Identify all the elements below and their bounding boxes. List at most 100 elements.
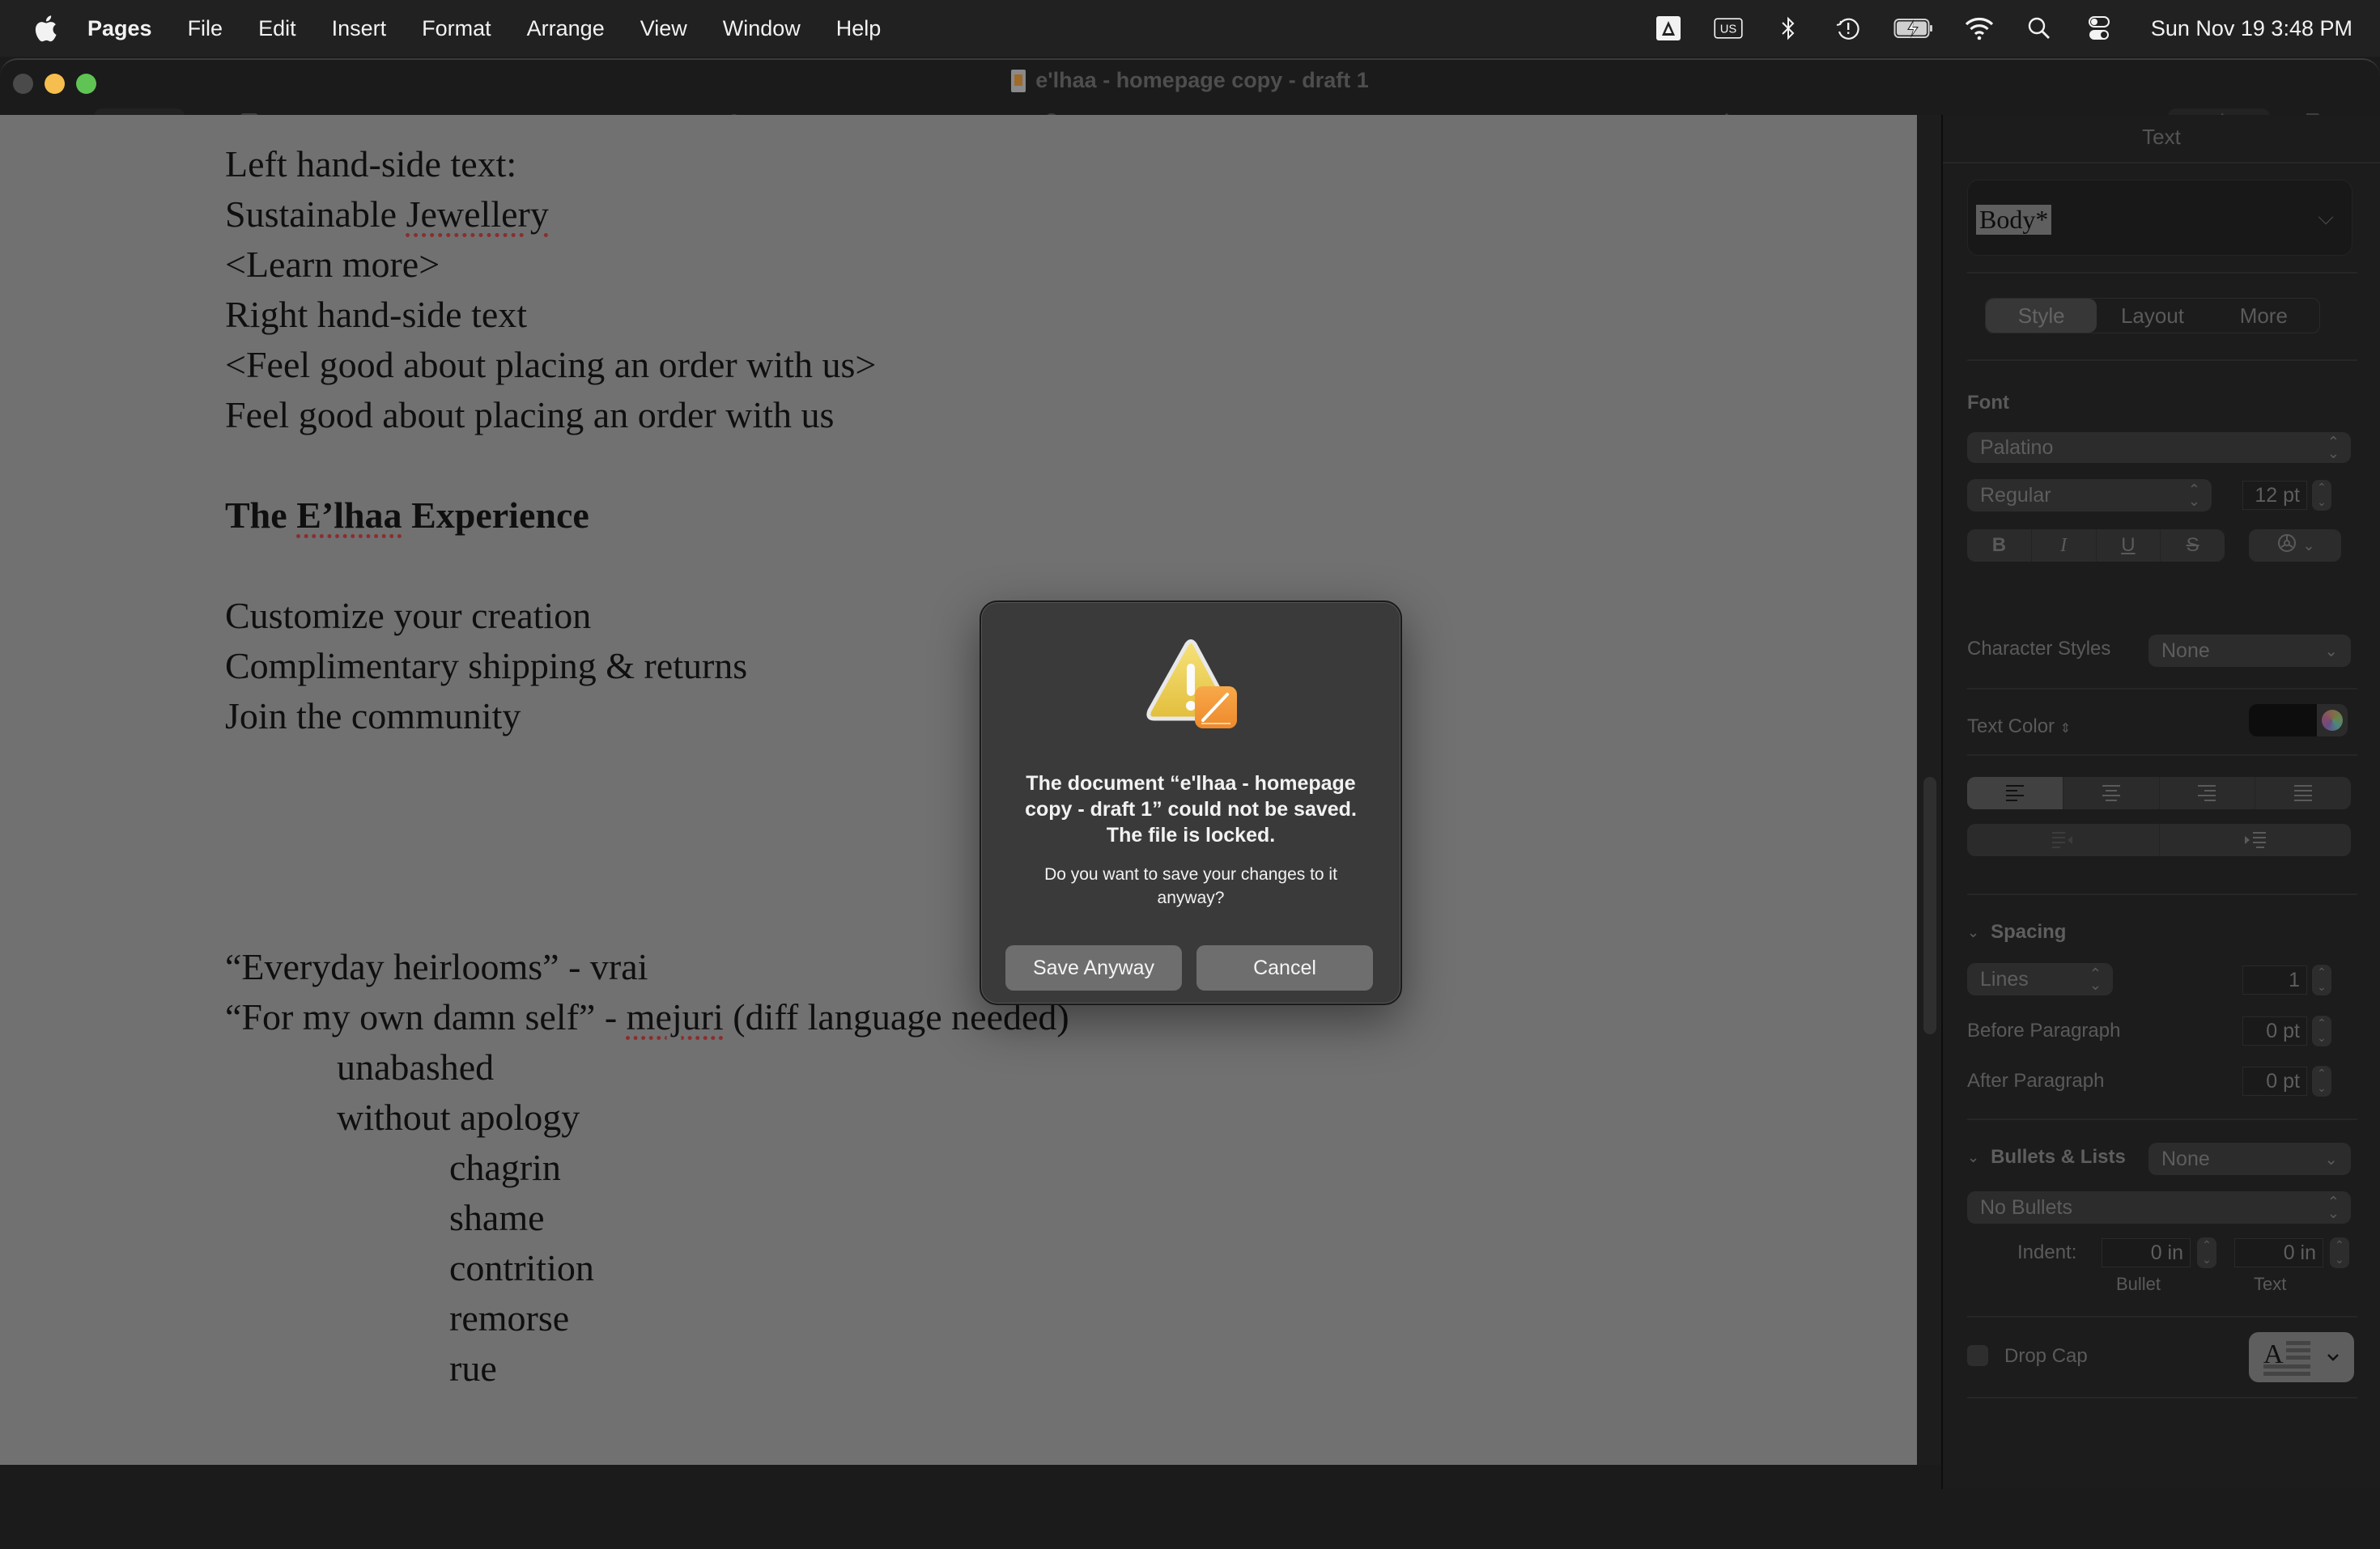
- misspelled-word[interactable]: Jewellery: [406, 193, 549, 235]
- document-paragraph[interactable]: Complimentary shipping & returns: [225, 641, 1069, 691]
- align-right-button[interactable]: [2160, 777, 2256, 809]
- time-machine-icon[interactable]: [1834, 14, 1863, 43]
- tab-more[interactable]: More: [2208, 299, 2319, 333]
- font-typeface-select[interactable]: Regular ⌃ ⌄: [1967, 479, 2212, 511]
- document-paragraph[interactable]: <Feel good about placing an order with u…: [225, 340, 1069, 390]
- adobe-creative-cloud-icon[interactable]: [1654, 14, 1683, 43]
- paragraph-style-name: Body*: [1976, 205, 2052, 235]
- divider: [1967, 272, 2357, 274]
- tab-layout[interactable]: Layout: [2097, 299, 2208, 333]
- menu-app-pages[interactable]: Pages: [87, 16, 152, 41]
- input-source-us-icon[interactable]: US: [1714, 14, 1743, 43]
- text-indent-field[interactable]: 0 in: [2234, 1238, 2323, 1267]
- control-center-icon[interactable]: [2085, 14, 2114, 43]
- document-paragraph[interactable]: <Learn more>: [225, 240, 1069, 290]
- font-family-select[interactable]: Palatino ⌃ ⌄: [1967, 432, 2351, 463]
- bullet-indent-field[interactable]: 0 in: [2102, 1238, 2191, 1267]
- save-locked-file-alert: The document “e'lhaa - homepage copy - d…: [980, 601, 1402, 1005]
- document-paragraph[interactable]: Sustainable Jewellery: [225, 189, 1069, 240]
- font-size-field[interactable]: 12 pt: [2242, 481, 2307, 510]
- document-paragraph[interactable]: unabashed: [225, 1042, 1069, 1093]
- after-paragraph-field[interactable]: 0 pt: [2242, 1067, 2307, 1096]
- underline-button[interactable]: U: [2097, 529, 2161, 562]
- document-paragraph[interactable]: contrition: [225, 1243, 1069, 1293]
- before-paragraph-stepper[interactable]: ⌃ ⌄: [2312, 1016, 2331, 1046]
- bullet-indent-stepper[interactable]: ⌃ ⌄: [2197, 1237, 2216, 1268]
- menu-format[interactable]: Format: [422, 16, 491, 41]
- document-paragraph[interactable]: shame: [225, 1193, 1069, 1243]
- align-left-button[interactable]: [1967, 777, 2063, 809]
- paragraph-style-dropdown[interactable]: Body* ⌵: [1967, 180, 2352, 256]
- strikethrough-button[interactable]: S: [2161, 529, 2225, 562]
- advanced-options-button[interactable]: ⌄: [2249, 529, 2341, 562]
- document-paragraph[interactable]: Right hand-side text: [225, 290, 1069, 340]
- misspelled-word[interactable]: E’lhaa: [296, 494, 402, 536]
- text-color-label[interactable]: Text Color ⇕: [1967, 715, 2071, 738]
- document-paragraph[interactable]: Join the community: [225, 691, 1069, 741]
- document-paragraph[interactable]: chagrin: [225, 1143, 1069, 1193]
- after-paragraph-stepper[interactable]: ⌃ ⌄: [2312, 1066, 2331, 1097]
- align-center-button[interactable]: [2063, 777, 2160, 809]
- wifi-icon[interactable]: [1965, 14, 1994, 43]
- window-title-text: e'lhaa - homepage copy - draft 1: [1035, 68, 1369, 92]
- bluetooth-icon[interactable]: [1774, 14, 1803, 43]
- battery-charging-icon[interactable]: [1893, 14, 1934, 43]
- menu-arrange[interactable]: Arrange: [527, 16, 605, 41]
- empty-paragraph[interactable]: [225, 440, 1069, 490]
- color-wheel-icon[interactable]: [2322, 710, 2343, 731]
- document-paragraph[interactable]: The E’lhaa Experience: [225, 490, 1069, 541]
- empty-paragraph[interactable]: [225, 892, 1069, 942]
- line-spacing-field[interactable]: 1: [2242, 965, 2307, 995]
- empty-paragraph[interactable]: [225, 541, 1069, 591]
- divider: [1943, 162, 2380, 163]
- text-indent-stepper[interactable]: ⌃ ⌄: [2330, 1237, 2349, 1268]
- document-paragraph[interactable]: Customize your creation: [225, 591, 1069, 641]
- empty-paragraph[interactable]: [225, 842, 1069, 892]
- save-anyway-button[interactable]: Save Anyway: [1005, 945, 1182, 991]
- menu-insert[interactable]: Insert: [332, 16, 387, 41]
- menu-help[interactable]: Help: [836, 16, 882, 41]
- bullet-type-select[interactable]: No Bullets ⌃ ⌄: [1967, 1191, 2351, 1224]
- line-spacing-stepper[interactable]: ⌃ ⌄: [2312, 965, 2331, 995]
- empty-paragraph[interactable]: [225, 791, 1069, 842]
- bold-button[interactable]: B: [1967, 529, 2032, 562]
- menubar-clock[interactable]: Sun Nov 19 3:48 PM: [2151, 16, 2352, 41]
- document-paragraph[interactable]: “For my own damn self” - mejuri (diff la…: [225, 992, 1069, 1042]
- justify-button[interactable]: [2255, 777, 2351, 809]
- text-color-swatch[interactable]: [2249, 704, 2317, 736]
- misspelled-word[interactable]: mejuri: [627, 996, 724, 1038]
- document-paragraph[interactable]: rue: [225, 1343, 1069, 1394]
- menu-view[interactable]: View: [640, 16, 687, 41]
- after-paragraph-label: After Paragraph: [1967, 1070, 2105, 1092]
- drop-cap-style-button[interactable]: A: [2249, 1332, 2354, 1382]
- document-paragraph[interactable]: Feel good about placing an order with us: [225, 390, 1069, 440]
- document-paragraph[interactable]: “Everyday heirlooms” - vrai: [225, 942, 1069, 992]
- text-color-well[interactable]: [2249, 704, 2348, 736]
- cancel-button[interactable]: Cancel: [1196, 945, 1373, 991]
- document-body[interactable]: Left hand-side text: Sustainable Jeweller…: [225, 139, 1069, 1394]
- apple-menu-icon[interactable]: [32, 14, 58, 43]
- bullets-section-toggle[interactable]: ⌄ Bullets & Lists: [1967, 1146, 2126, 1169]
- list-style-select[interactable]: None ⌄: [2148, 1143, 2351, 1175]
- decrease-indent-button[interactable]: [1967, 824, 2160, 856]
- menu-file[interactable]: File: [188, 16, 223, 41]
- drop-cap-checkbox[interactable]: [1967, 1345, 1988, 1366]
- document-canvas[interactable]: Left hand-side text: Sustainable Jeweller…: [0, 115, 1917, 1465]
- spotlight-search-icon[interactable]: [2025, 14, 2054, 43]
- italic-button[interactable]: I: [2032, 529, 2097, 562]
- scrollbar-thumb[interactable]: [1923, 777, 1936, 1034]
- increase-indent-button[interactable]: [2160, 824, 2352, 856]
- document-paragraph[interactable]: without apology: [225, 1093, 1069, 1143]
- spacing-section-toggle[interactable]: ⌄ Spacing: [1967, 921, 2066, 944]
- tab-style[interactable]: Style: [1986, 299, 2097, 333]
- character-styles-select[interactable]: None ⌄: [2148, 634, 2351, 667]
- line-spacing-mode-select[interactable]: Lines ⌃ ⌄: [1967, 963, 2113, 995]
- document-paragraph[interactable]: remorse: [225, 1293, 1069, 1343]
- before-paragraph-label: Before Paragraph: [1967, 1020, 2121, 1042]
- menu-window[interactable]: Window: [723, 16, 801, 41]
- font-size-stepper[interactable]: ⌃ ⌄: [2312, 480, 2331, 511]
- menu-edit[interactable]: Edit: [258, 16, 296, 41]
- before-paragraph-field[interactable]: 0 pt: [2242, 1016, 2307, 1046]
- empty-paragraph[interactable]: [225, 741, 1069, 791]
- document-paragraph[interactable]: Left hand-side text:: [225, 139, 1069, 189]
